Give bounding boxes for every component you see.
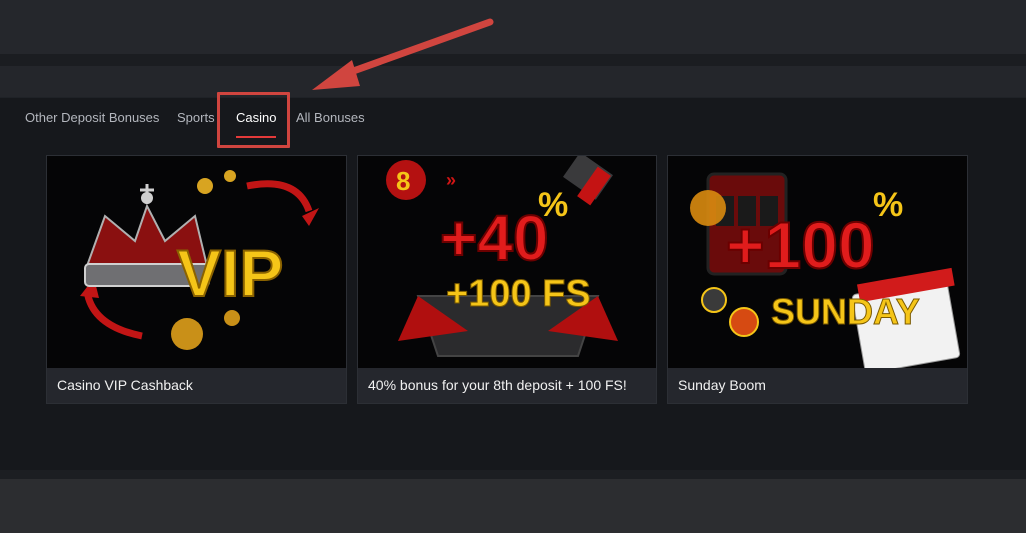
svg-text:%: %: [538, 186, 568, 224]
svg-text:VIP: VIP: [177, 236, 283, 310]
card-title: 40% bonus for your 8th deposit + 100 FS!: [368, 377, 627, 393]
bonus-card-vip-cashback[interactable]: VIP Casino VIP Cashback: [46, 155, 347, 404]
svg-text:+40: +40: [440, 202, 549, 274]
svg-text:»: »: [446, 170, 456, 190]
card-title: Casino VIP Cashback: [57, 377, 193, 393]
40-percent-card-image: 8 » +40 % +100 FS: [358, 156, 656, 368]
card-title: Sunday Boom: [678, 377, 766, 393]
bonus-card-sunday-boom[interactable]: +100 % SUNDAY Sunday Boom: [667, 155, 968, 404]
bonus-card-40-percent[interactable]: 8 » +40 % +100 FS 40% bonus for your 8th…: [357, 155, 657, 404]
svg-text:%: %: [873, 186, 903, 224]
svg-text:+100 FS: +100 FS: [446, 273, 591, 315]
sunday-boom-card-image: +100 % SUNDAY: [668, 156, 967, 368]
vip-card-image: VIP: [47, 156, 346, 368]
svg-text:8: 8: [396, 166, 410, 196]
svg-text:SUNDAY: SUNDAY: [771, 291, 920, 332]
svg-text:+100: +100: [726, 208, 875, 282]
